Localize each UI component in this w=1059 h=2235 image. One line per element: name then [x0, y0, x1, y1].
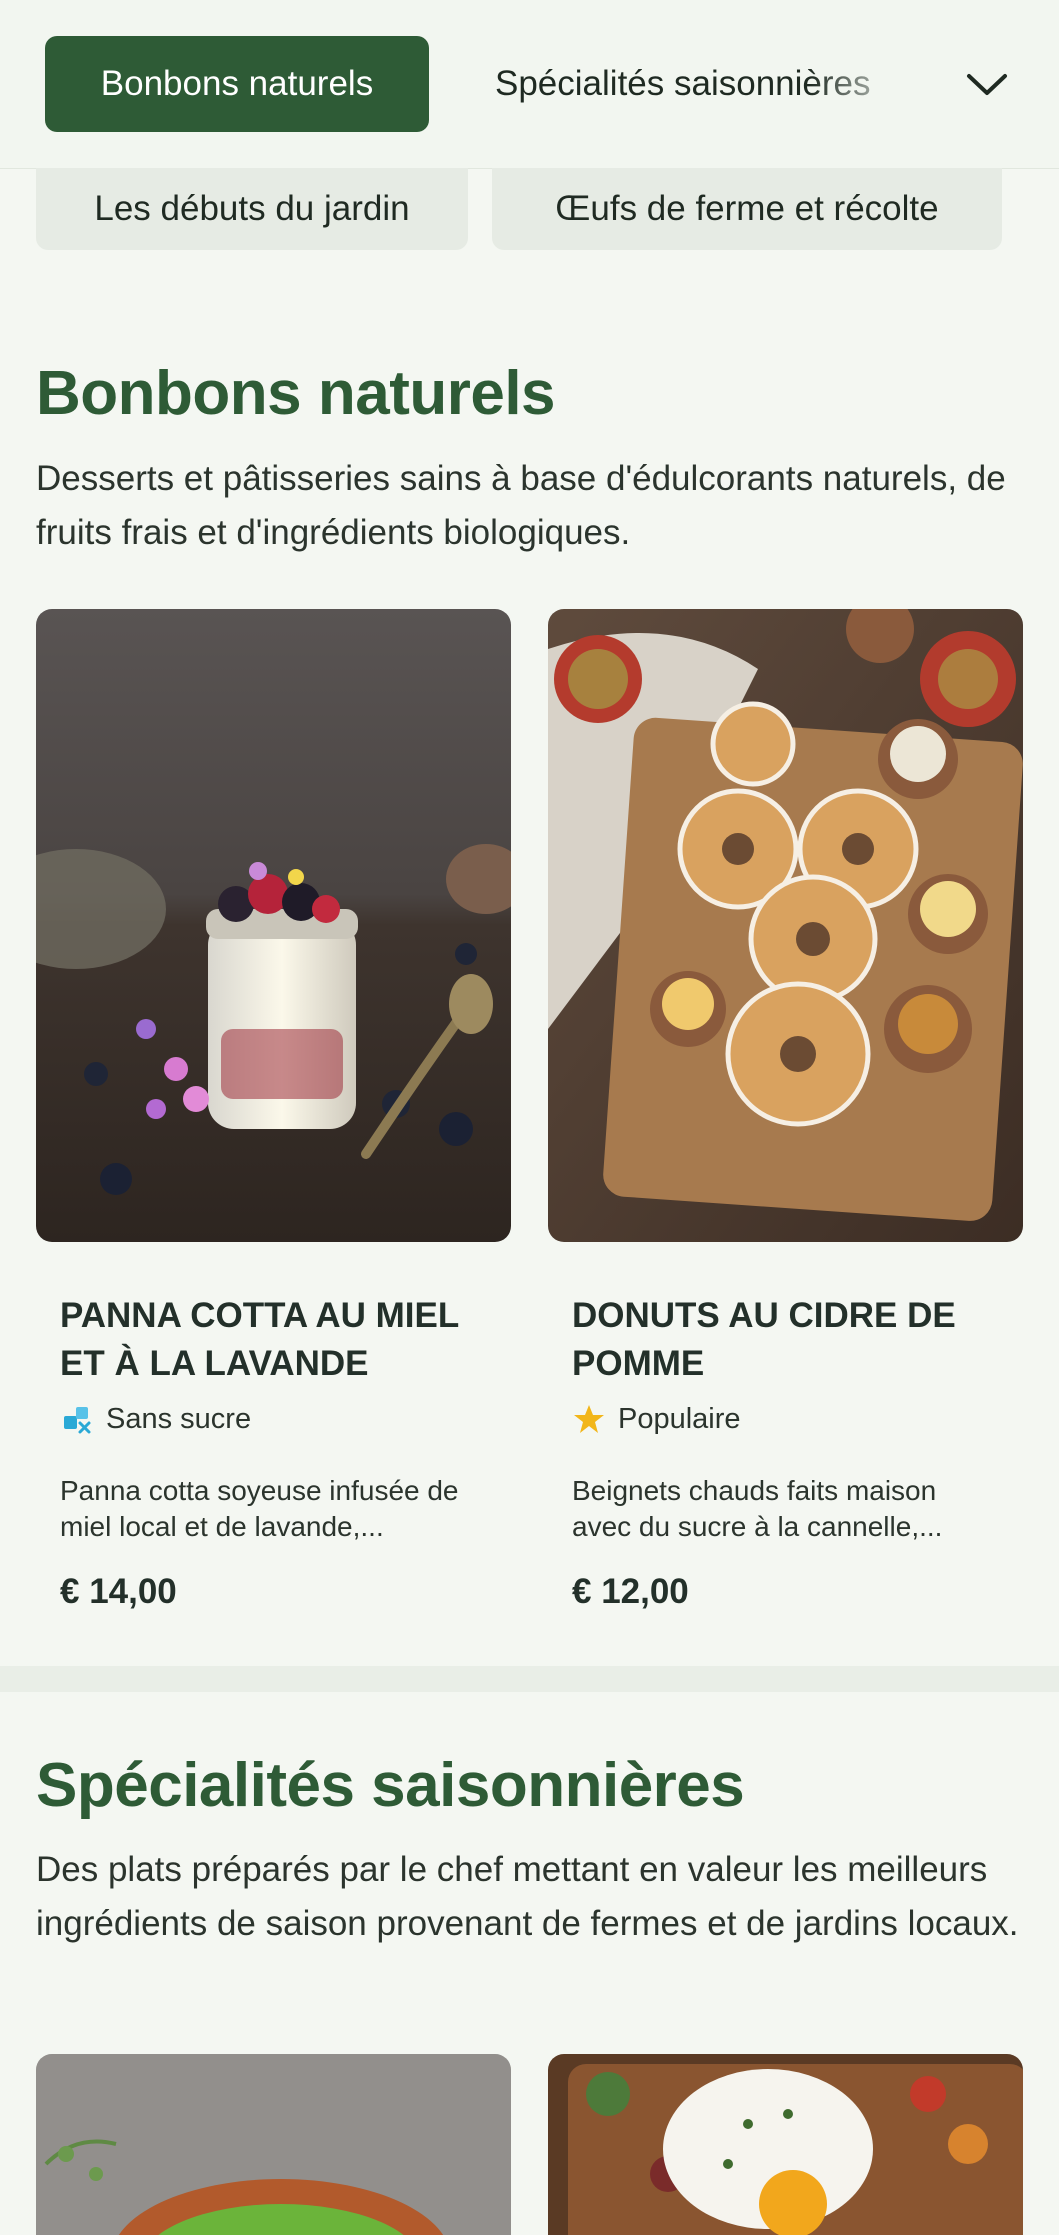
pea-dish-image[interactable] — [36, 2054, 511, 2235]
star-icon — [572, 1402, 606, 1436]
chevron-down-icon[interactable] — [960, 60, 1014, 108]
category-bar: Bonbons naturels Spécialités saisonnière… — [0, 0, 1059, 169]
item-name[interactable]: Panna cotta au miel et à la lavande — [60, 1292, 490, 1388]
item-price: € 14,00 — [60, 1572, 177, 1611]
section-title: Bonbons naturels — [36, 359, 556, 428]
donuts-image[interactable] — [548, 609, 1023, 1242]
egg-dish-image[interactable] — [548, 2054, 1023, 2235]
tab-specialites-saisonnieres[interactable]: Spécialités saisonnières — [495, 36, 915, 132]
section-title: Spécialités saisonnières — [36, 1751, 745, 1820]
item-description: Panna cotta soyeuse infusée de miel loca… — [60, 1475, 459, 1542]
section-divider — [0, 1666, 1059, 1692]
section-description: Desserts et pâtisseries sains à base d'é… — [36, 459, 1006, 552]
section-description: Des plats préparés par le chef mettant e… — [36, 1850, 1019, 1943]
item-name[interactable]: Donuts au cidre de pomme — [572, 1292, 1002, 1388]
tag-label: Populaire — [618, 1402, 741, 1435]
tag-label: Sans sucre — [106, 1402, 252, 1435]
item-price: € 12,00 — [572, 1572, 689, 1611]
sugar-free-icon — [60, 1402, 94, 1436]
tab-oeufs-de-ferme[interactable]: Œufs de ferme et récolte — [492, 168, 1002, 250]
panna-cotta-image[interactable] — [36, 609, 511, 1242]
sugar-free-badge: Sans sucre — [60, 1402, 251, 1436]
item-description: Beignets chauds faits maison avec du suc… — [572, 1475, 943, 1542]
popular-badge: Populaire — [572, 1402, 741, 1436]
tab-debuts-du-jardin[interactable]: Les débuts du jardin — [36, 168, 468, 250]
tab-bonbons-naturels[interactable]: Bonbons naturels — [45, 36, 429, 132]
